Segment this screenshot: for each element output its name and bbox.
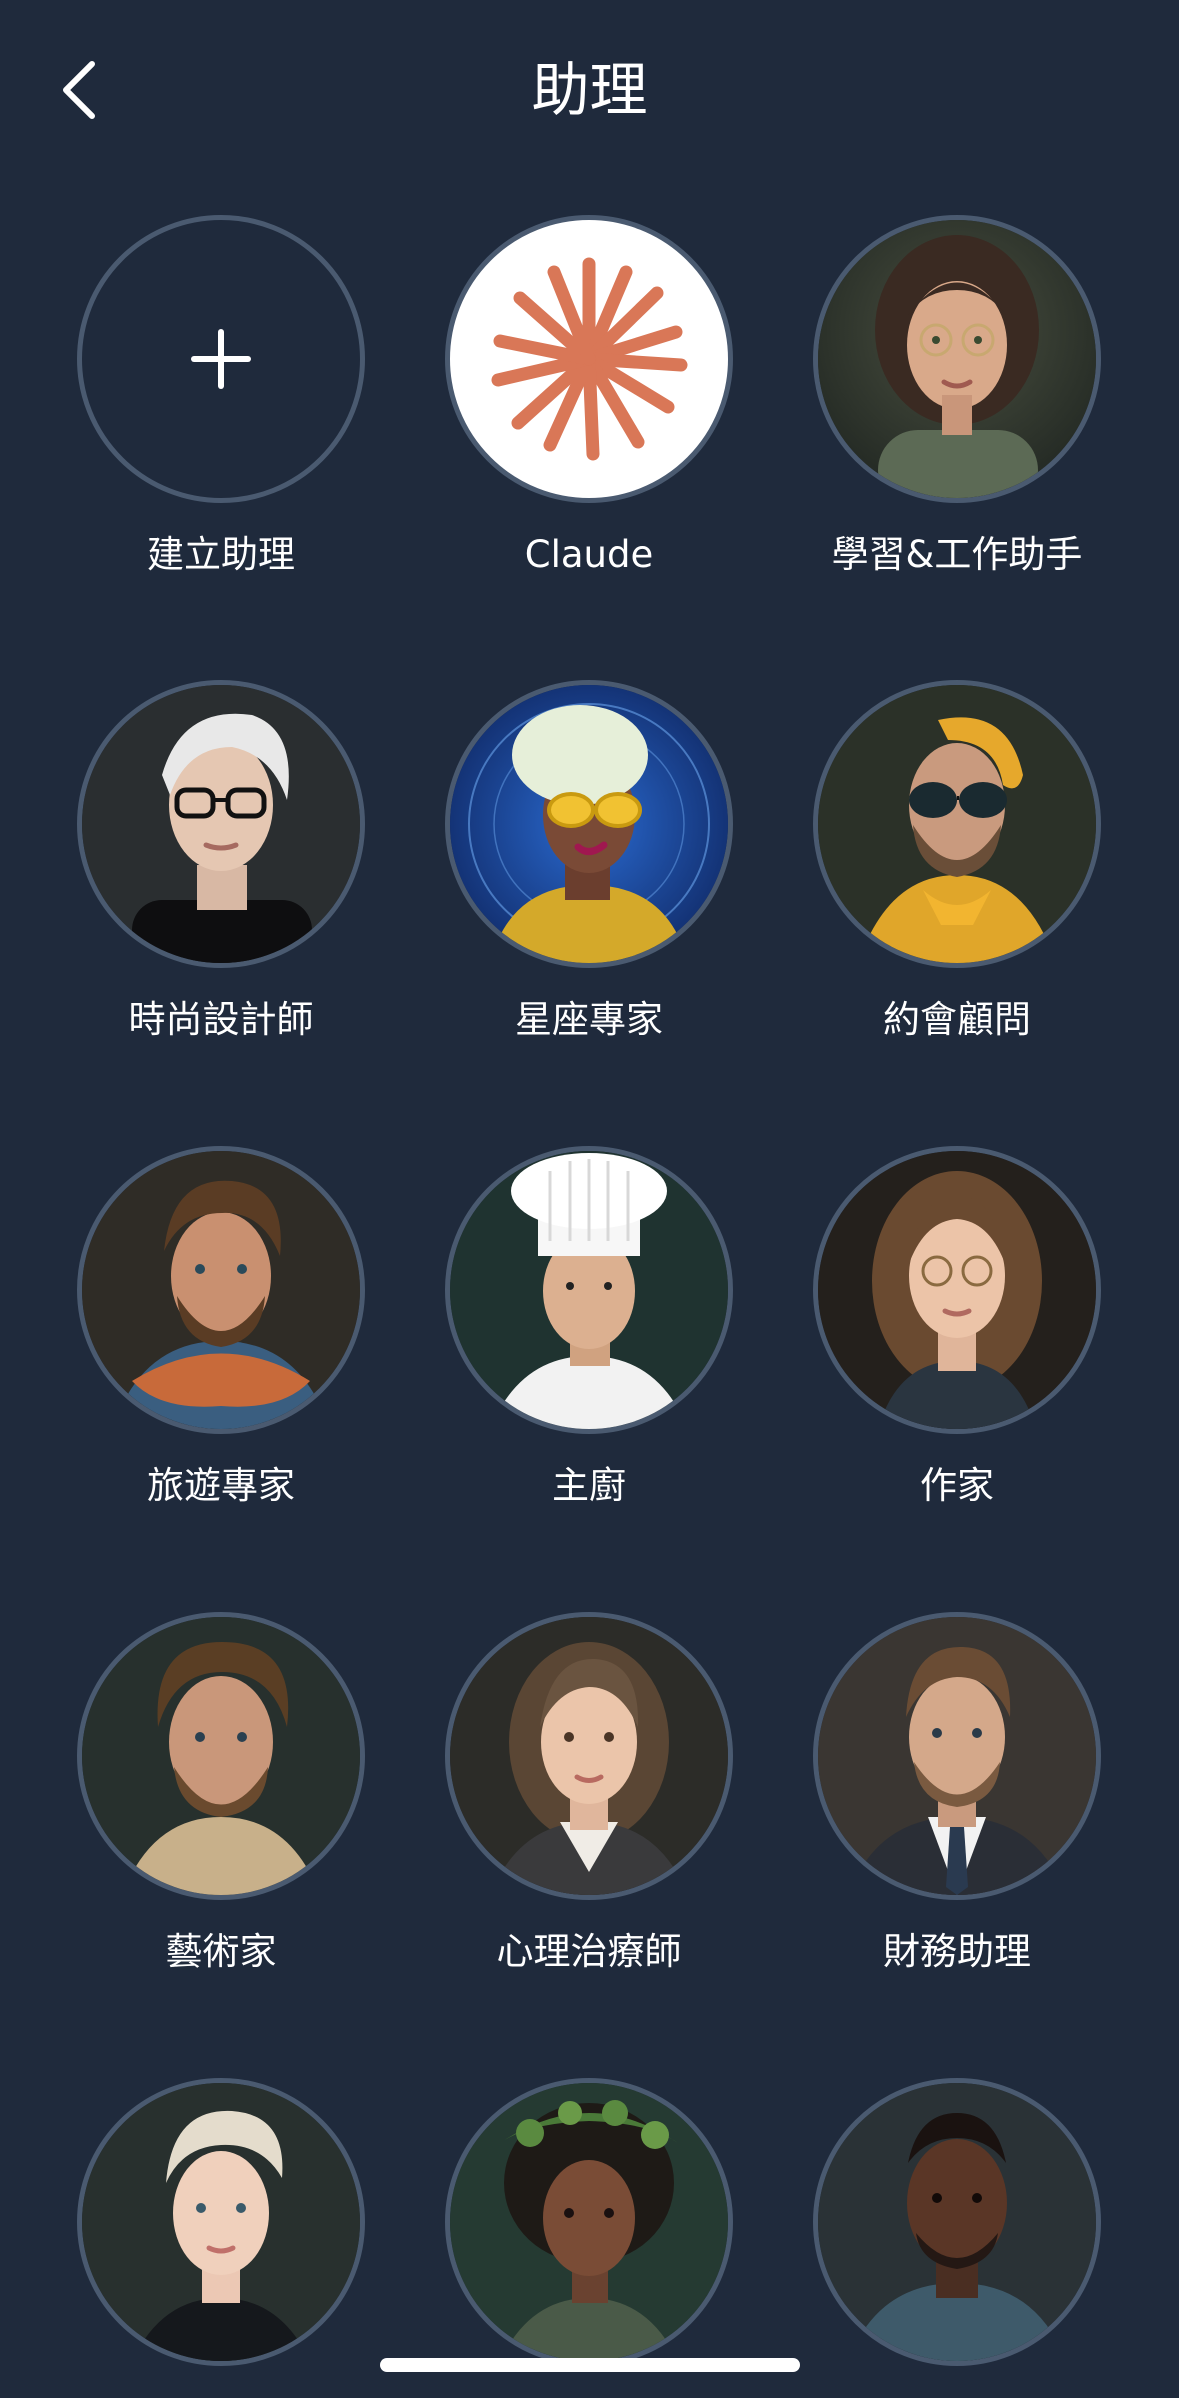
portrait-image [818, 2083, 1096, 2361]
avatar [77, 215, 365, 503]
avatar [445, 1612, 733, 1900]
assistant-label: 心理治療師 [496, 1930, 682, 1973]
portrait-image [450, 1617, 728, 1895]
plus-icon [191, 329, 251, 389]
portrait-image [450, 1151, 728, 1429]
portrait-image [450, 2083, 728, 2361]
page-title: 助理 [531, 56, 648, 124]
claude-logo-icon [491, 257, 688, 461]
top-bar: 助理 [0, 0, 1179, 180]
avatar [445, 2078, 733, 2366]
avatar [445, 680, 733, 968]
avatar [813, 2078, 1101, 2366]
portrait-image [450, 685, 728, 963]
assistant-label: 財務助理 [883, 1930, 1031, 1973]
portrait-image [82, 2083, 360, 2361]
portrait-image [82, 1151, 360, 1429]
assistant-label: 作家 [920, 1464, 994, 1507]
avatar [77, 1612, 365, 1900]
portrait-image [818, 1617, 1096, 1895]
avatar [445, 1146, 733, 1434]
portrait-image [818, 1151, 1096, 1429]
avatar [77, 680, 365, 968]
avatar [77, 1146, 365, 1434]
assistant-label: 旅遊專家 [147, 1464, 295, 1507]
avatar [77, 2078, 365, 2366]
assistant-label: 星座專家 [515, 998, 663, 1041]
avatar [445, 215, 733, 503]
portrait-image [818, 685, 1096, 963]
portrait-image [818, 220, 1096, 498]
home-indicator[interactable] [380, 2358, 800, 2372]
avatar [813, 215, 1101, 503]
assistant-label: 約會顧問 [883, 998, 1031, 1041]
avatar [813, 680, 1101, 968]
assistant-label: 建立助理 [147, 533, 295, 576]
avatar [813, 1146, 1101, 1434]
portrait-image [82, 685, 360, 963]
avatar [813, 1612, 1101, 1900]
assistant-label: 學習&工作助手 [831, 533, 1083, 576]
assistant-label: Claude [524, 533, 654, 576]
assistant-label: 時尚設計師 [128, 998, 314, 1041]
assistant-label: 藝術家 [165, 1930, 277, 1973]
assistant-label: 主廚 [552, 1464, 626, 1507]
portrait-image [82, 1617, 360, 1895]
